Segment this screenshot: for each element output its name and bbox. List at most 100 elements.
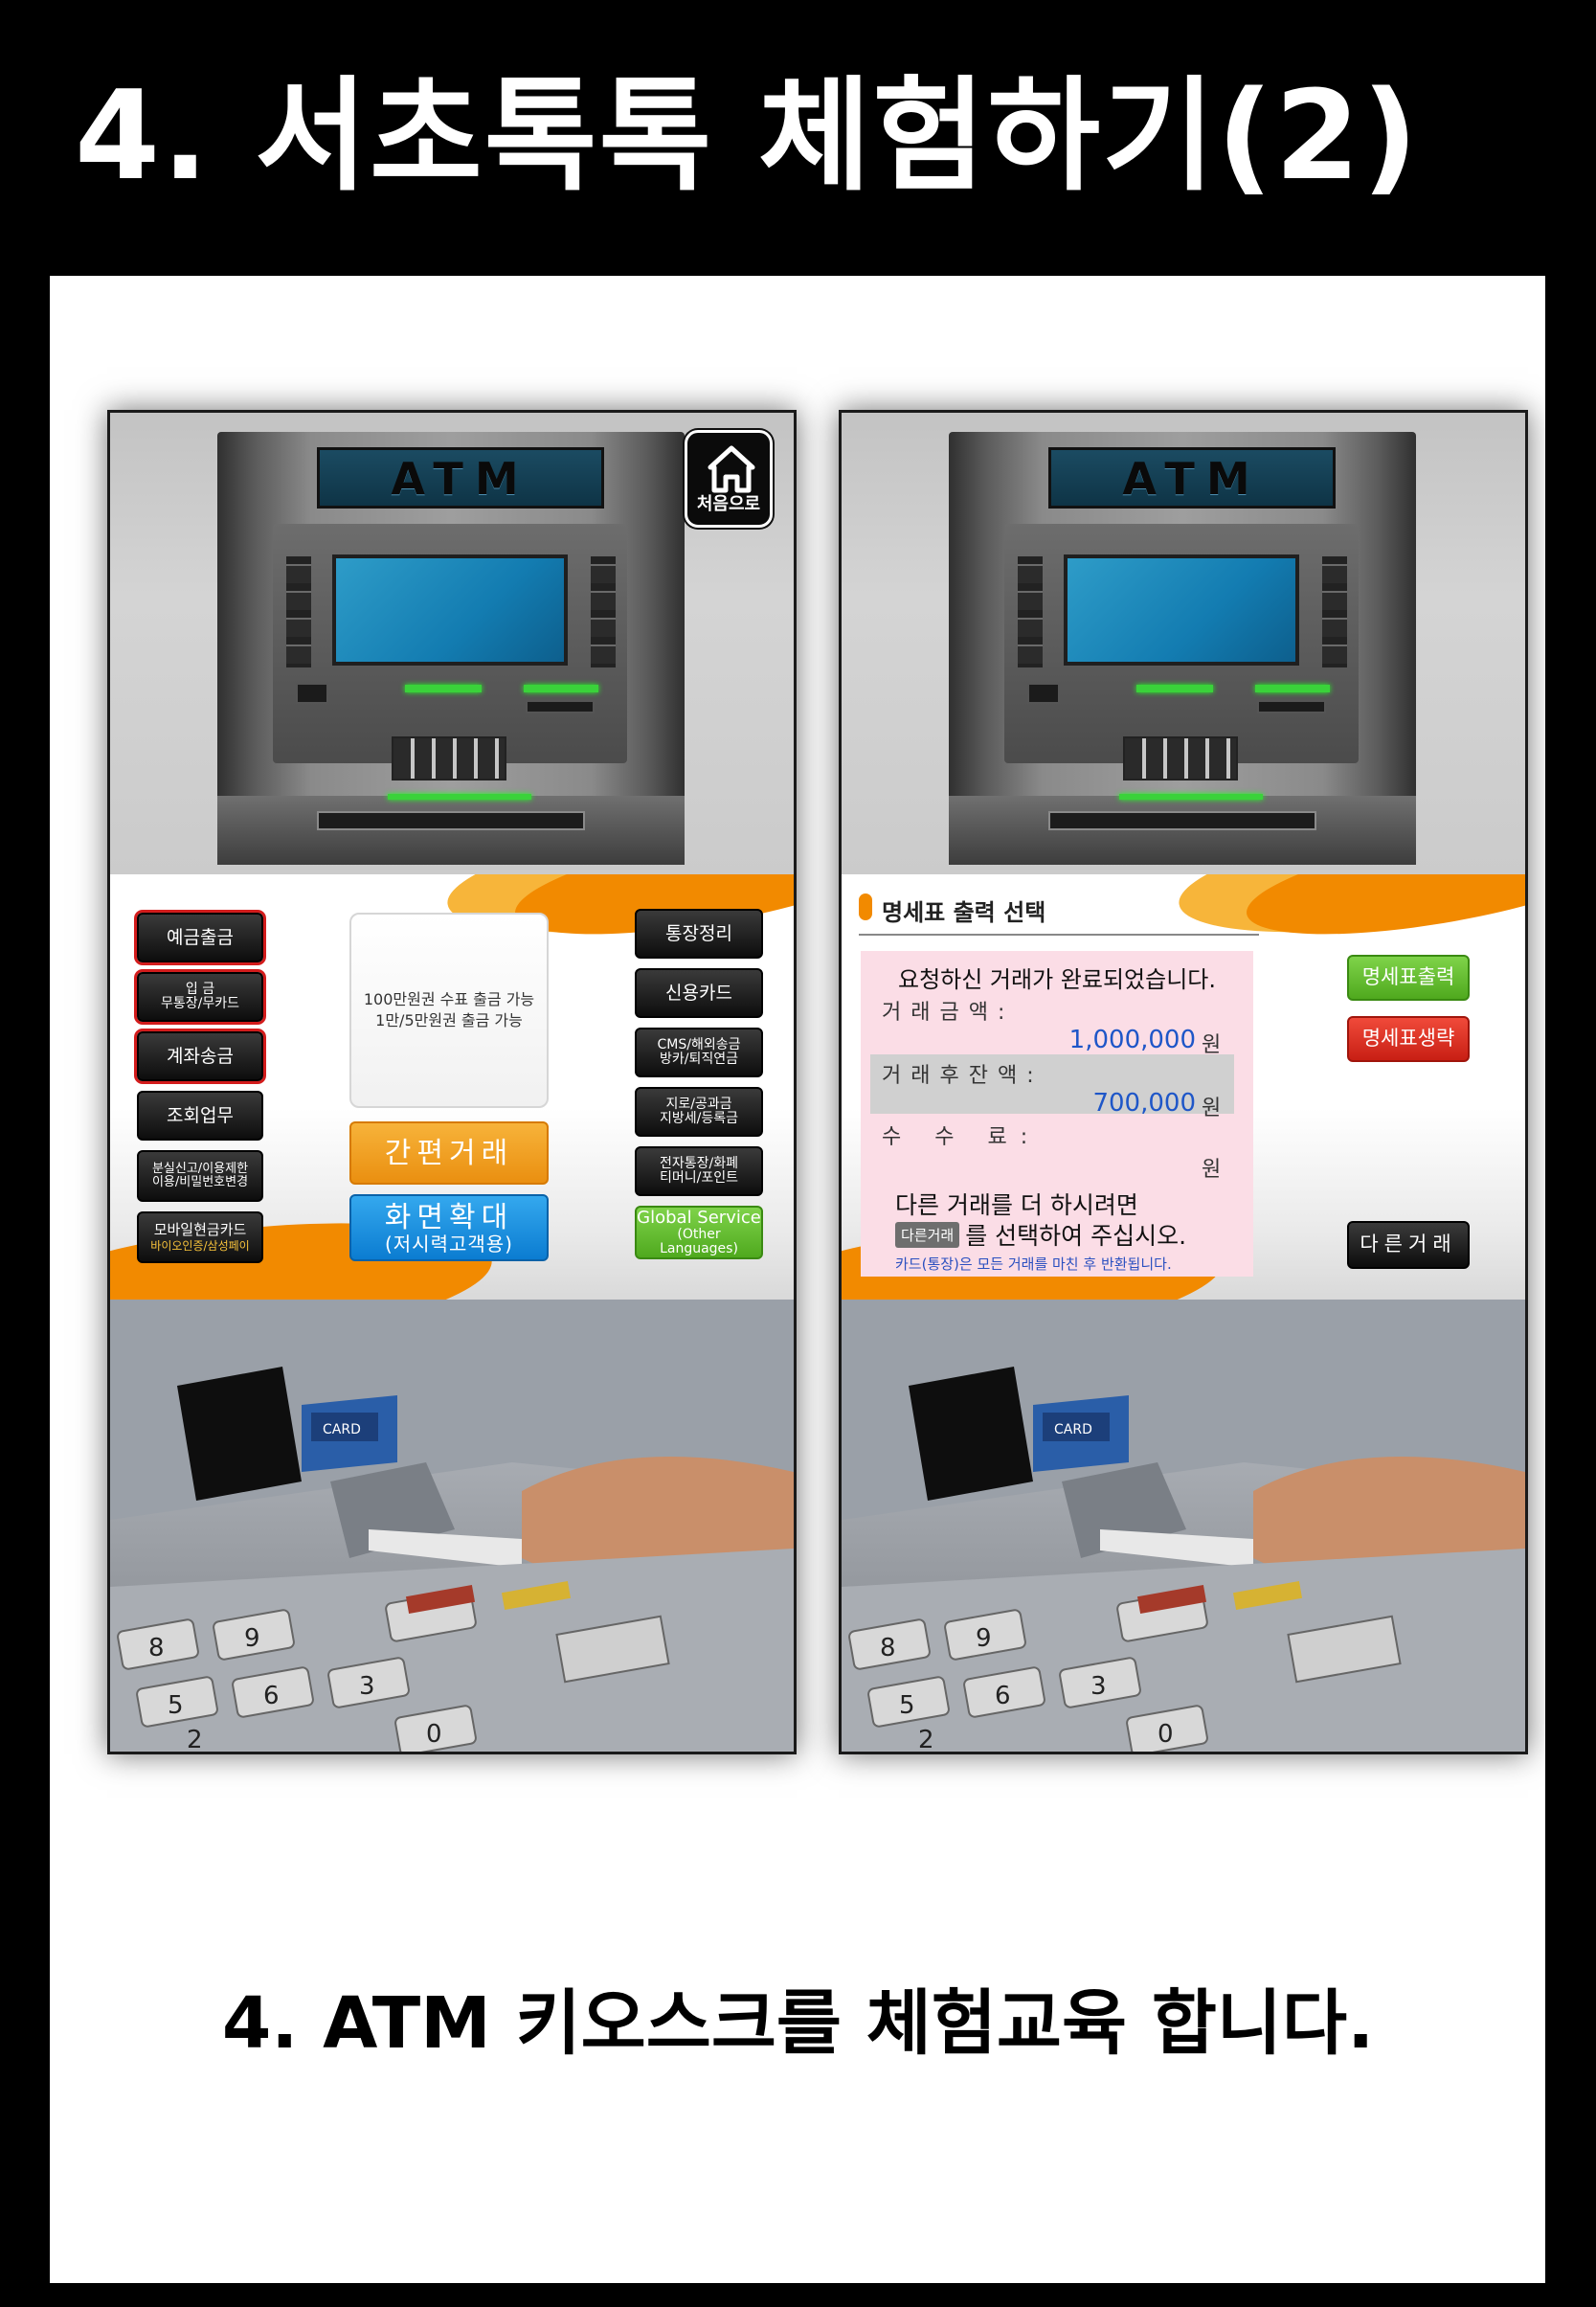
cms-overseas-button[interactable]: CMS/해외송금 방카/퇴직연금 <box>635 1028 763 1077</box>
atm-machine: ATM <box>949 432 1416 865</box>
svg-text:0: 0 <box>426 1720 442 1749</box>
fee-won: 원 <box>1202 1158 1222 1182</box>
statement-menu: 명세표 출력 선택 요청하신 거래가 완료되었습니다. 거래금액: 1,000,… <box>842 874 1525 1300</box>
loss-report-label: 분실신고/이용제한 이용/비밀번호변경 <box>151 1161 249 1189</box>
status-light <box>405 685 482 692</box>
card-reader <box>296 683 328 704</box>
atm-screen <box>332 554 568 666</box>
page-title: 4. 서초톡톡 체험하기(2) <box>33 0 1563 273</box>
other-transaction-chip: 다른거래 <box>895 1221 960 1248</box>
loss-report-button[interactable]: 분실신고/이용제한 이용/비밀번호변경 <box>137 1150 263 1202</box>
global-service-label: Global Service <box>637 1207 761 1228</box>
svg-text:9: 9 <box>976 1624 992 1653</box>
inquiry-label: 조회업무 <box>167 1104 234 1126</box>
global-service-button[interactable]: Global Service (Other Languages) <box>635 1206 763 1259</box>
withdraw-label: 예금출금 <box>167 926 234 948</box>
home-button[interactable]: 처음으로 <box>685 430 773 528</box>
svg-text:9: 9 <box>244 1624 260 1653</box>
atm-base <box>217 796 685 865</box>
cms-overseas-label: CMS/해외송금 방카/퇴직연금 <box>657 1036 741 1067</box>
e-passbook-label: 전자통장/화폐 티머니/포인트 <box>660 1155 738 1186</box>
global-service-sublabel: (Other Languages) <box>660 1226 738 1256</box>
other-transaction-button[interactable]: 다른거래 <box>1347 1221 1470 1269</box>
card-label: CARD <box>323 1422 361 1437</box>
quick-transaction-button[interactable]: 간편거래 <box>349 1121 549 1185</box>
passbook-button[interactable]: 통장정리 <box>635 909 763 959</box>
status-light <box>388 794 531 800</box>
zoom-screen-button[interactable]: 화면확대 (저시력고객용) <box>349 1194 549 1261</box>
atm-statement-screenshot: ATM 명세표 출력 선택 요청하신 거래가 완료되었습니다. 거래금액: 1,… <box>839 410 1528 1754</box>
receipt-slot <box>1257 700 1326 713</box>
transaction-summary: 요청하신 거래가 완료되었습니다. 거래금액: 1,000,000 원 거래후잔… <box>861 951 1253 1277</box>
svg-text:8: 8 <box>880 1634 896 1662</box>
card-label: CARD <box>1054 1422 1092 1437</box>
amount-label: 거래금액: <box>882 1001 1015 1025</box>
transfer-button[interactable]: 계좌송금 <box>137 1031 263 1081</box>
card-insertion-illustration: CARD 8 9 5 6 2 3 0 <box>110 1300 794 1752</box>
atm-machine: ATM <box>217 432 685 865</box>
svg-text:2: 2 <box>187 1726 203 1752</box>
statement-title: 명세표 출력 선택 <box>882 899 1046 926</box>
credit-card-label: 신용카드 <box>665 982 732 1004</box>
print-statement-button[interactable]: 명세표출력 <box>1347 955 1470 1001</box>
svg-text:2: 2 <box>918 1726 934 1752</box>
passbook-label: 통장정리 <box>665 922 732 944</box>
deposit-label: 입 금 무통장/무카드 <box>161 981 239 1011</box>
atm-side-keys <box>591 556 616 667</box>
balance-label: 거래후잔액: <box>882 1064 1044 1088</box>
atm-screen <box>1064 554 1299 666</box>
card-insertion-photo: CARD 8 9 5 6 2 3 0 <box>842 1300 1525 1752</box>
svg-text:0: 0 <box>1158 1720 1174 1749</box>
withdraw-notice: 100만원권 수표 출금 가능 1만/5만원권 출금 가능 <box>349 913 549 1108</box>
fee-label: 수 수 료: <box>882 1125 1042 1149</box>
decor-swoosh <box>1239 874 1525 957</box>
zoom-screen-sublabel: (저시력고객용) <box>384 1232 513 1255</box>
credit-card-button[interactable]: 신용카드 <box>635 968 763 1018</box>
giro-tax-label: 지로/공과금 지방세/등록금 <box>660 1096 738 1126</box>
deposit-button[interactable]: 입 금 무통장/무카드 <box>137 972 263 1022</box>
svg-text:6: 6 <box>995 1682 1011 1710</box>
atm-side-keys <box>1322 556 1347 667</box>
complete-message: 요청하신 거래가 완료되었습니다. <box>897 966 1216 993</box>
receipt-slot <box>526 700 595 713</box>
svg-text:5: 5 <box>168 1691 184 1720</box>
more-transaction-line2: 다른거래 를 선택하여 주십시오. <box>895 1217 1186 1252</box>
skip-statement-button[interactable]: 명세표생략 <box>1347 1016 1470 1062</box>
card-insertion-photo: CARD 8 9 5 6 2 3 0 <box>110 1300 794 1752</box>
atm-base <box>949 796 1416 865</box>
atm-menu: 예금출금 입 금 무통장/무카드 계좌송금 조회업무 분실신고/이용제한 이용/… <box>110 874 794 1300</box>
page-caption: 4. ATM 키오스크를 체험교육 합니다. <box>221 1982 1375 2065</box>
svg-text:5: 5 <box>899 1691 915 1720</box>
atm-keypad <box>392 736 506 780</box>
e-passbook-button[interactable]: 전자통장/화폐 티머니/포인트 <box>635 1146 763 1196</box>
svg-text:8: 8 <box>148 1634 165 1662</box>
atm-illustration: ATM 처음으로 <box>110 413 794 874</box>
svg-text:3: 3 <box>359 1672 375 1701</box>
atm-sign: ATM <box>317 447 604 509</box>
page-frame: 4. 서초톡톡 체험하기(2) ATM 처음으로 예금출금 입 금 무통장/무카… <box>0 0 1596 2307</box>
zoom-screen-label: 화면확대 <box>384 1200 514 1234</box>
balance-value: 700,000 <box>1092 1089 1196 1118</box>
cash-slot <box>317 811 585 830</box>
inquiry-button[interactable]: 조회업무 <box>137 1091 263 1141</box>
atm-keypad <box>1123 736 1238 780</box>
status-light <box>1119 794 1263 800</box>
cash-slot <box>1048 811 1316 830</box>
balance-won: 원 <box>1202 1097 1222 1120</box>
card-return-notice: 카드(통장)은 모든 거래를 마친 후 반환됩니다. <box>895 1255 1172 1273</box>
atm-side-keys <box>286 556 311 667</box>
card-insertion-illustration: CARD 8 9 5 6 2 3 0 <box>842 1300 1525 1752</box>
withdraw-button[interactable]: 예금출금 <box>137 913 263 962</box>
card-reader <box>1027 683 1060 704</box>
transfer-label: 계좌송금 <box>167 1045 234 1067</box>
mobile-card-button[interactable]: 모바일현금카드 바이오인증/삼성페이 <box>137 1211 263 1263</box>
title-rule <box>859 934 1259 936</box>
giro-tax-button[interactable]: 지로/공과금 지방세/등록금 <box>635 1087 763 1137</box>
status-light <box>524 685 598 692</box>
status-light <box>1255 685 1330 692</box>
atm-sign: ATM <box>1048 447 1336 509</box>
amount-value: 1,000,000 <box>1068 1026 1196 1054</box>
atm-main-menu-screenshot: ATM 처음으로 예금출금 입 금 무통장/무카드 계좌송금 조회업무 분실신고… <box>107 410 797 1754</box>
svg-text:6: 6 <box>263 1682 280 1710</box>
atm-side-keys <box>1018 556 1043 667</box>
